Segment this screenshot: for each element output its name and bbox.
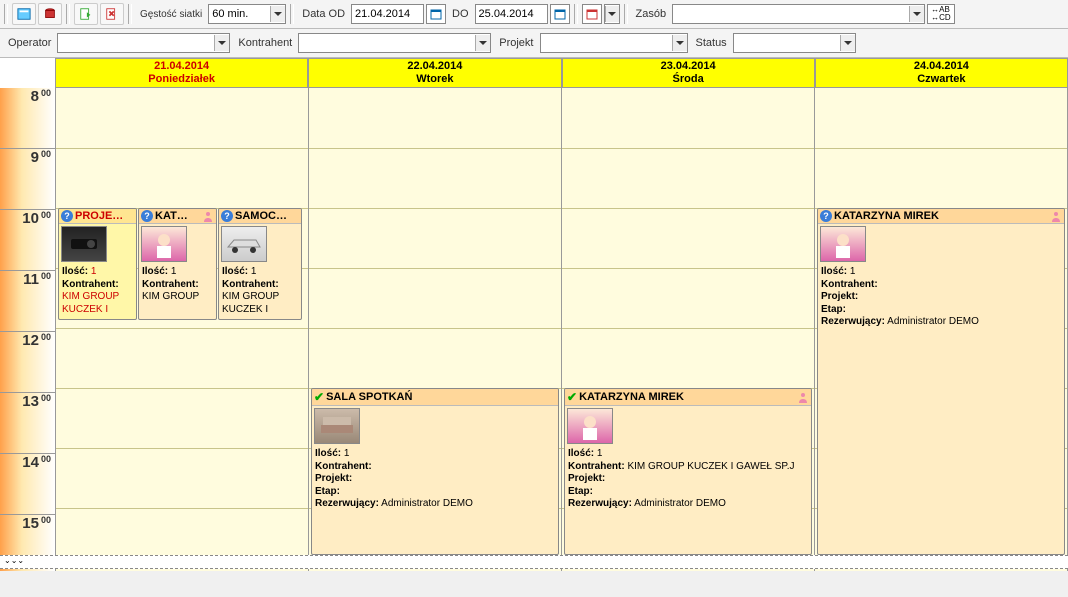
day-col-thu[interactable]: ?KATARZYNA MIREK Ilość: 1Kontrahent:Proj…	[815, 88, 1068, 571]
status-label: Status	[692, 37, 731, 49]
resource-combo[interactable]	[672, 4, 925, 24]
calendar-from-icon[interactable]	[426, 4, 446, 24]
time-14: 1400	[0, 454, 55, 515]
day-header-tue[interactable]: 22.04.2014Wtorek	[308, 58, 561, 88]
calendar-body: 800 900 1000 1100 1200 1300 1400 1500 16…	[0, 88, 1068, 571]
dropdown-arrow-icon[interactable]	[672, 35, 687, 51]
event-projector[interactable]: ?PROJE… Ilość: 1Kontrahent:KIM GROUP KUC…	[58, 208, 137, 320]
operator-combo[interactable]	[57, 33, 230, 53]
status-combo[interactable]	[733, 33, 856, 53]
calendar-popup-icon[interactable]	[582, 4, 602, 24]
day-header-mon[interactable]: 21.04.2014Poniedziałek	[55, 58, 308, 88]
event-header: ?SAMOC…	[219, 209, 301, 224]
person-icon	[1050, 210, 1062, 222]
question-icon: ?	[141, 210, 153, 222]
event-header: ✔KATARZYNA MIREK	[565, 389, 811, 406]
time-13: 1300	[0, 393, 55, 454]
resource-label: Zasób	[632, 8, 671, 20]
dropdown-arrow-icon[interactable]	[840, 35, 855, 51]
time-8: 800	[0, 88, 55, 149]
person-thumb-icon	[141, 226, 187, 262]
time-10: 1000	[0, 210, 55, 271]
check-icon: ✔	[314, 390, 324, 404]
contractor-combo[interactable]	[298, 33, 491, 53]
day-header-thu[interactable]: 24.04.2014Czwartek	[815, 58, 1068, 88]
calendar-to-icon[interactable]	[550, 4, 570, 24]
event-body: Ilość: 1Kontrahent:KIM GROUP KUCZEK I	[219, 264, 301, 318]
timeline-break: ⌄⌄⌄	[0, 555, 1068, 569]
calendar-popup-arrow[interactable]	[604, 4, 620, 24]
event-car[interactable]: ?SAMOC… Ilość: 1Kontrahent:KIM GROUP KUC…	[218, 208, 302, 320]
day-header-wed[interactable]: 23.04.2014Środa	[562, 58, 815, 88]
time-col-header	[0, 58, 55, 88]
project-combo[interactable]	[540, 33, 688, 53]
tb-delete-icon[interactable]	[100, 3, 124, 25]
dropdown-arrow-icon[interactable]	[909, 6, 924, 22]
person-icon	[797, 391, 809, 403]
person-thumb-icon	[567, 408, 613, 444]
ab-cd-button[interactable]: ↔AB↔CD	[927, 4, 955, 24]
person-icon	[202, 210, 214, 222]
tb-export-icon[interactable]	[74, 3, 98, 25]
day-header-row: 21.04.2014Poniedziałek 22.04.2014Wtorek …	[0, 58, 1068, 88]
dropdown-arrow-icon[interactable]	[214, 35, 229, 51]
day-col-wed[interactable]: ✔KATARZYNA MIREK Ilość: 1Kontrahent: KIM…	[562, 88, 815, 571]
car-thumb-icon	[221, 226, 267, 262]
density-combo[interactable]	[208, 4, 286, 24]
question-icon: ?	[820, 210, 832, 222]
question-icon: ?	[221, 210, 233, 222]
event-sala[interactable]: ✔SALA SPOTKAŃ Ilość: 1Kontrahent:Projekt…	[311, 388, 559, 555]
density-label: Gęstość siatki	[136, 9, 206, 20]
event-header: ?PROJE…	[59, 209, 136, 224]
chevron-icon: ⌄⌄⌄	[0, 556, 28, 568]
person-thumb-icon	[820, 226, 866, 262]
event-katarzyna-wed[interactable]: ✔KATARZYNA MIREK Ilość: 1Kontrahent: KIM…	[564, 388, 812, 555]
event-header: ?KATARZYNA MIREK	[818, 209, 1064, 224]
event-body: Ilość: 1Kontrahent:KIM GROUP KUCZEK I	[59, 264, 136, 318]
dropdown-arrow-icon[interactable]	[270, 6, 285, 22]
dropdown-arrow-icon[interactable]	[475, 35, 490, 51]
event-header: ?KAT…	[139, 209, 216, 224]
date-from-label: Data OD	[298, 8, 349, 20]
contractor-label: Kontrahent	[234, 37, 296, 49]
day-col-tue[interactable]: ✔SALA SPOTKAŃ Ilość: 1Kontrahent:Projekt…	[309, 88, 562, 571]
check-icon: ✔	[567, 390, 577, 404]
dropdown-arrow-icon[interactable]	[605, 6, 619, 22]
time-12: 1200	[0, 332, 55, 393]
toolbar-filters: Operator Kontrahent Projekt Status	[0, 29, 1068, 58]
event-body: Ilość: 1Kontrahent: KIM GROUP KUCZEK I G…	[565, 446, 811, 513]
time-9: 900	[0, 149, 55, 210]
room-thumb-icon	[314, 408, 360, 444]
date-from-input[interactable]	[351, 4, 424, 24]
event-body: Ilość: 1Kontrahent:Projekt:Etap:Rezerwuj…	[818, 264, 1064, 331]
toolbar-main: Gęstość siatki Data OD DO Zasób ↔AB↔CD	[0, 0, 1068, 29]
tb-template-icon[interactable]	[12, 3, 36, 25]
event-kat[interactable]: ?KAT… Ilość: 1Kontrahent:KIM GROUP	[138, 208, 217, 320]
date-to-label: DO	[448, 8, 473, 20]
projector-thumb-icon	[61, 226, 107, 262]
operator-label: Operator	[4, 37, 55, 49]
tb-db-icon[interactable]	[38, 3, 62, 25]
project-label: Projekt	[495, 37, 537, 49]
question-icon: ?	[61, 210, 73, 222]
event-katarzyna-thu[interactable]: ?KATARZYNA MIREK Ilość: 1Kontrahent:Proj…	[817, 208, 1065, 555]
day-col-mon[interactable]: ?PROJE… Ilość: 1Kontrahent:KIM GROUP KUC…	[56, 88, 309, 571]
event-body: Ilość: 1Kontrahent:Projekt:Etap:Rezerwuj…	[312, 446, 558, 513]
date-to-input[interactable]	[475, 4, 548, 24]
calendar-grid: 21.04.2014Poniedziałek 22.04.2014Wtorek …	[0, 58, 1068, 571]
event-header: ✔SALA SPOTKAŃ	[312, 389, 558, 406]
event-body: Ilość: 1Kontrahent:KIM GROUP	[139, 264, 216, 306]
time-column: 800 900 1000 1100 1200 1300 1400 1500 16…	[0, 88, 56, 571]
time-11: 1100	[0, 271, 55, 332]
density-input[interactable]	[209, 6, 270, 22]
